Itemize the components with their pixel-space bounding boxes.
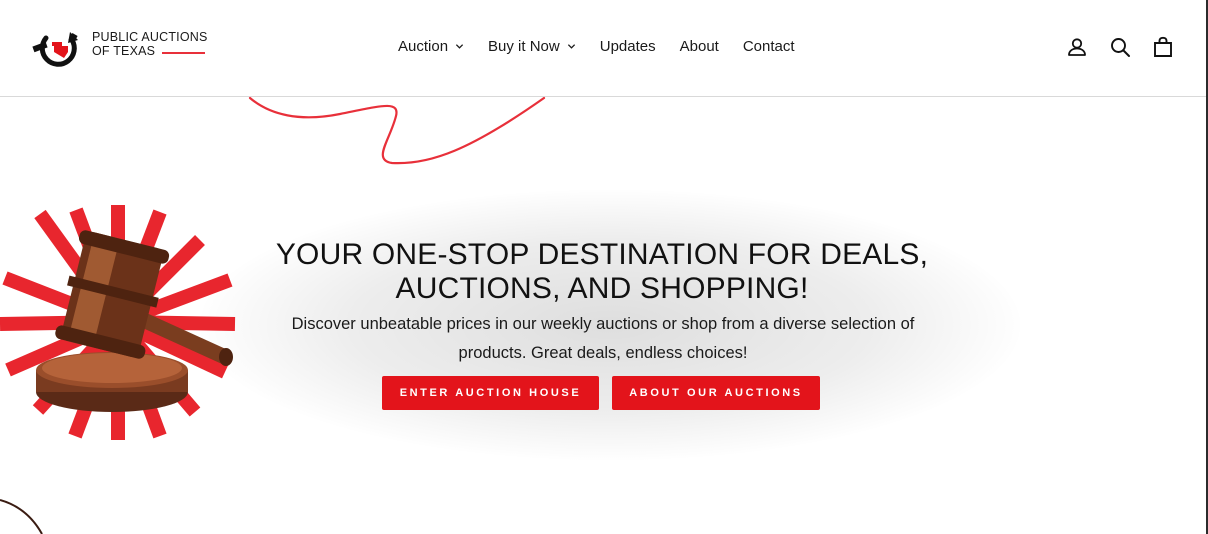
cart-icon[interactable] [1152, 36, 1174, 58]
chevron-down-icon [455, 44, 464, 49]
nav-item-updates[interactable]: Updates [600, 38, 656, 55]
about-our-auctions-button[interactable]: ABOUT OUR AUCTIONS [612, 376, 820, 410]
enter-auction-house-button[interactable]: ENTER AUCTION HOUSE [382, 376, 599, 410]
nav-item-label: Contact [742, 38, 795, 55]
brand-underline [162, 52, 205, 54]
site-header: PUBLIC AUCTIONS OF TEXAS Auction Buy it … [0, 0, 1208, 97]
nav-item-label: Auction [398, 38, 449, 55]
nav-item-label: About [679, 38, 719, 55]
account-icon[interactable] [1066, 36, 1088, 58]
logo-mark-icon [32, 32, 78, 67]
red-squiggle [248, 96, 546, 165]
header-actions [1066, 36, 1174, 58]
main-nav: Auction Buy it Now Updates About Contact [398, 38, 819, 55]
nav-item-contact[interactable]: Contact [743, 38, 795, 55]
brand-logo[interactable]: PUBLIC AUCTIONS OF TEXAS [32, 26, 212, 74]
nav-item-label: Buy it Now [488, 38, 560, 55]
hero-subtitle: Discover unbeatable prices in our weekly… [291, 315, 915, 362]
brand-name-line1: PUBLIC AUCTIONS [92, 30, 208, 44]
nav-item-auction[interactable]: Auction [398, 38, 464, 55]
nav-item-buy-it-now[interactable]: Buy it Now [488, 38, 576, 55]
search-icon[interactable] [1109, 36, 1131, 58]
hero-title: YOUR ONE-STOP DESTINATION FOR DEALS, AUC… [275, 238, 929, 305]
brand-name-line2: OF TEXAS [92, 44, 156, 58]
dark-curve [0, 499, 43, 534]
nav-item-about[interactable]: About [680, 38, 719, 55]
chevron-down-icon [567, 44, 575, 49]
nav-item-label: Updates [599, 38, 656, 55]
gavel-icon [0, 205, 236, 440]
